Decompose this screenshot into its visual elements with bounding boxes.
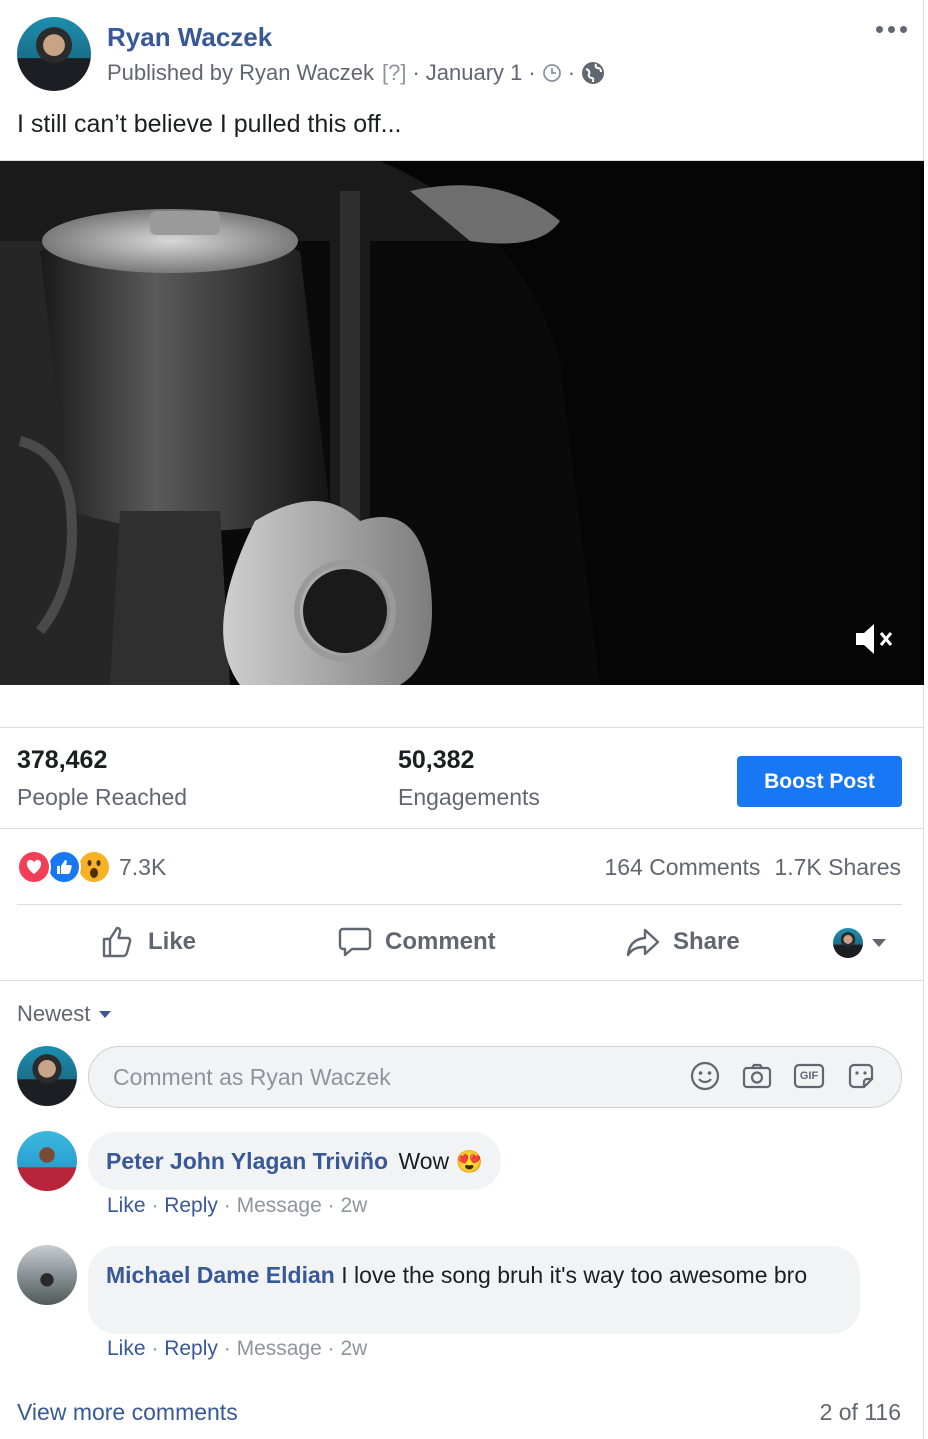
comment-avatar-michael[interactable] (17, 1245, 77, 1305)
mute-icon[interactable] (852, 621, 896, 657)
comment-label: Comment (385, 928, 496, 955)
reactions-summary[interactable]: 7.3K (17, 850, 166, 884)
video-player[interactable] (0, 161, 924, 685)
comment-text: Wow (398, 1148, 450, 1174)
caret-down-icon (871, 938, 887, 948)
post-meta: Published by Ryan Waczek [?] · January 1… (107, 60, 605, 86)
shares-count[interactable]: 1.7K Shares (774, 854, 901, 881)
comment-like-link[interactable]: Like (107, 1337, 146, 1360)
sticker-icon[interactable] (845, 1060, 877, 1097)
published-by[interactable]: Published by Ryan Waczek (107, 60, 374, 86)
comment-actions: Like · Reply · Message · 2w (107, 1194, 368, 1217)
like-button[interactable]: Like (100, 924, 196, 960)
comment-author[interactable]: Peter John Ylagan Triviño (106, 1148, 388, 1174)
comment-time[interactable]: 2w (340, 1194, 367, 1217)
boost-post-button[interactable]: Boost Post (737, 756, 902, 807)
camera-icon[interactable] (741, 1060, 773, 1097)
gif-label: GIF (799, 1070, 819, 1082)
share-button[interactable]: Share (625, 924, 740, 960)
reactions-count[interactable]: 7.3K (119, 854, 166, 881)
commenter-avatar (17, 1046, 77, 1106)
engagements-label: Engagements (398, 784, 540, 810)
share-label: Share (673, 928, 740, 955)
wow-reaction-icon (77, 850, 111, 884)
sort-caret-icon (98, 1010, 112, 1019)
comment-composer[interactable]: GIF (88, 1046, 902, 1108)
comments-count[interactable]: 164 Comments (604, 854, 760, 881)
like-reaction-icon (47, 850, 81, 884)
engagements-value: 50,382 (398, 746, 475, 774)
sort-label: Newest (17, 1001, 91, 1026)
globe-icon[interactable] (581, 61, 605, 85)
comment-actions: Like · Reply · Message · 2w (107, 1337, 368, 1360)
comment-message-link[interactable]: Message (237, 1337, 322, 1360)
comment-sort-dropdown[interactable]: Newest (17, 1001, 112, 1027)
comment-avatar-peter[interactable] (17, 1131, 77, 1191)
video-frame (0, 161, 924, 685)
love-reaction-icon (17, 850, 51, 884)
help-marker[interactable]: [?] (382, 60, 406, 86)
comment-input[interactable] (113, 1063, 653, 1091)
comment-bubble: Michael Dame Eldian I love the song bruh… (88, 1246, 860, 1334)
comment-bubble: Peter John Ylagan Triviño Wow 😍 (88, 1132, 501, 1190)
comment-text: I love the song bruh it's way too awesom… (341, 1262, 808, 1288)
comment-reply-link[interactable]: Reply (164, 1194, 218, 1217)
comments-pagination: 2 of 116 (819, 1399, 901, 1425)
comment-time[interactable]: 2w (340, 1337, 367, 1360)
comment-author[interactable]: Michael Dame Eldian (106, 1262, 335, 1288)
post-date[interactable]: January 1 (426, 60, 523, 86)
author-name[interactable]: Ryan Waczek (107, 22, 272, 53)
people-reached-label: People Reached (17, 784, 188, 810)
thumbs-up-icon (100, 924, 136, 960)
heart-eyes-emoji-icon: 😍 (455, 1149, 483, 1174)
comment-message-link[interactable]: Message (237, 1194, 322, 1217)
author-avatar[interactable] (17, 17, 91, 91)
post-card: Ryan Waczek Published by Ryan Waczek [?]… (0, 0, 924, 1439)
comment-reply-link[interactable]: Reply (164, 1337, 218, 1360)
share-arrow-icon (625, 924, 661, 960)
more-options-icon[interactable] (876, 26, 907, 33)
comment-icon (337, 924, 373, 960)
comment-like-link[interactable]: Like (107, 1194, 146, 1217)
view-more-comments-link[interactable]: View more comments (17, 1399, 238, 1426)
emoji-icon[interactable] (689, 1060, 721, 1097)
post-as-selector[interactable] (833, 928, 887, 958)
post-message: I still can’t believe I pulled this off.… (17, 110, 402, 138)
people-reached-value: 378,462 (17, 746, 108, 774)
comment-button[interactable]: Comment (337, 924, 496, 960)
like-label: Like (148, 928, 197, 955)
gif-icon[interactable]: GIF (793, 1060, 825, 1092)
clock-icon (542, 63, 562, 83)
post-as-avatar (833, 928, 863, 958)
